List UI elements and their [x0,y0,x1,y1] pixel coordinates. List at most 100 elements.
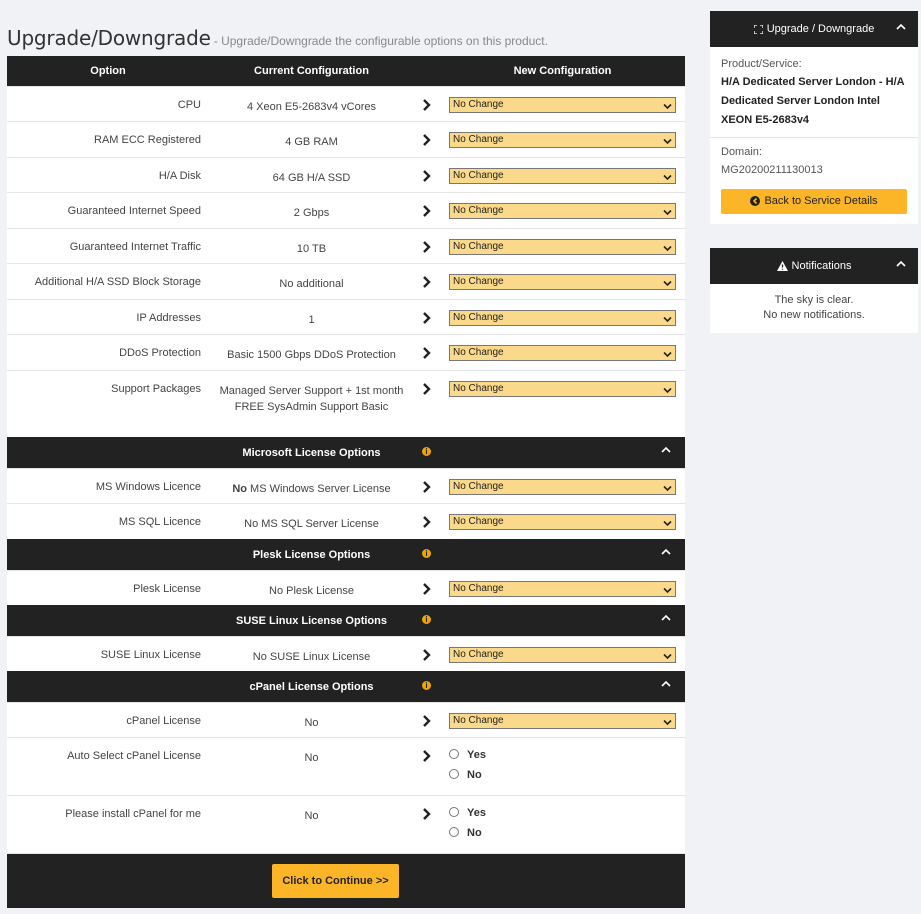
table-row: Plesk License No Plesk License No Change [7,570,685,605]
table-row: SUSE Linux License No SUSE Linux License N… [7,636,685,671]
upgrade-table: Option Current Configuration New Configu… [7,56,685,908]
chevron-down-icon [663,136,672,145]
chevron-right-icon [422,648,432,662]
section-header[interactable]: Plesk License Options i [7,539,685,570]
new-config-select[interactable]: No Change [449,381,676,397]
current-value: 4 Xeon E5-2683v4 vCores [217,99,406,115]
continue-button[interactable]: Click to Continue >> [272,864,399,898]
current-value-bold: No [232,483,247,495]
chevron-right-icon [422,204,432,218]
current-value-text: No [304,752,319,764]
table-row: Please install cPanel for me No Yes No [7,795,685,853]
chevron-down-icon [663,278,672,287]
option-label: cPanel License [126,715,201,727]
current-value-text: Managed Server Support + 1st month FREE … [219,385,404,413]
chevron-right-icon [422,169,432,183]
option-label: H/A Disk [158,170,201,182]
current-value-text: No Plesk License [269,585,354,597]
option-label: CPU [177,99,201,111]
option-label: MS Windows Licence [95,481,201,493]
current-value-text: 10 TB [296,243,327,255]
radio-circle[interactable] [449,807,459,817]
upgrade-panel: Upgrade / Downgrade Product/Service: H/A… [710,11,918,224]
radio-no[interactable]: No [449,827,482,839]
current-value: No SUSE Linux License [217,649,406,665]
chevron-right-icon [422,480,432,494]
radio-yes[interactable]: Yes [449,749,486,761]
warning-icon [776,261,788,271]
chevron-right-icon [422,133,432,147]
new-config-select[interactable]: No Change [449,713,676,729]
new-config-select[interactable]: No Change [449,97,676,113]
current-value-text: No SUSE Linux License [252,651,371,663]
table-row: Support Packages Managed Server Support +… [7,370,685,437]
collapse-chevron-icon[interactable] [896,260,906,267]
new-config-select[interactable]: No Change [449,132,676,148]
new-config-select[interactable]: No Change [449,310,676,326]
new-config-select[interactable]: No Change [449,345,676,361]
collapse-chevron-icon[interactable] [661,446,671,453]
new-config-select[interactable]: No Change [449,239,676,255]
radio-circle[interactable] [449,769,459,779]
current-value-text: 64 GB H/A SSD [272,172,351,184]
chevron-down-icon [663,585,672,594]
current-value-text: No [304,810,319,822]
select-value: No Change [453,99,504,110]
select-value: No Change [453,205,504,216]
new-config-select[interactable]: No Change [449,581,676,597]
new-config-select[interactable]: No Change [449,274,676,290]
current-value-text: 4 Xeon E5-2683v4 vCores [246,101,377,113]
chevron-down-icon [663,483,672,492]
new-config-select[interactable]: No Change [449,203,676,219]
collapse-chevron-icon[interactable] [896,23,906,30]
chevron-right-icon [422,382,432,396]
new-config-select[interactable]: No Change [449,647,676,663]
select-value: No Change [453,715,504,726]
back-to-service-button[interactable]: Back to Service Details [721,189,907,214]
table-row: Additional H/A SSD Block Storage No addit… [7,263,685,299]
new-config-select[interactable]: No Change [449,479,676,495]
current-value: 64 GB H/A SSD [217,170,406,186]
radio-yes-label: Yes [467,807,486,819]
upgrade-panel-header[interactable]: Upgrade / Downgrade [710,11,918,47]
section-header[interactable]: cPanel License Options i [7,671,685,702]
upgrade-panel-body: Product/Service: H/A Dedicated Server Lo… [710,47,918,224]
new-config-select[interactable]: No Change [449,168,676,184]
current-value-text: No MS SQL Server License [244,518,379,530]
section-header[interactable]: Microsoft License Options i [7,437,685,468]
table-row: Guaranteed Internet Speed 2 Gbps No Change [7,192,685,228]
select-value: No Change [453,649,504,660]
info-icon[interactable]: i [422,681,431,690]
option-label: Guaranteed Internet Traffic [69,241,201,253]
table-row: IP Addresses 1 No Change [7,299,685,334]
table-row: CPU 4 Xeon E5-2683v4 vCores No Change [7,86,685,121]
section-header[interactable]: SUSE Linux License Options i [7,605,685,636]
table-row: cPanel License No No Change [7,702,685,737]
current-value-text: 1 [308,314,315,326]
option-label: Additional H/A SSD Block Storage [34,276,201,288]
current-value-text: No [304,717,319,729]
notifications-panel: Notifications The sky is clear. No new n… [710,248,918,333]
collapse-chevron-icon[interactable] [661,680,671,687]
radio-no[interactable]: No [449,769,482,781]
chevron-down-icon [663,385,672,394]
radio-yes[interactable]: Yes [449,807,486,819]
back-button-label: Back to Service Details [764,195,878,207]
chevron-down-icon [663,172,672,181]
info-icon[interactable]: i [422,615,431,624]
option-label: Support Packages [111,383,201,395]
collapse-chevron-icon[interactable] [661,548,671,555]
chevron-right-icon [422,311,432,325]
collapse-chevron-icon[interactable] [661,614,671,621]
radio-circle[interactable] [449,827,459,837]
section-title: cPanel License Options [249,681,374,693]
current-value-rest: MS Windows Server License [247,483,391,495]
info-icon[interactable]: i [422,447,431,456]
info-icon[interactable]: i [422,549,431,558]
current-value-text: No additional [279,278,344,290]
table-row: DDoS Protection Basic 1500 Gbps DDoS Prot… [7,334,685,370]
header-current: Current Configuration [254,65,369,77]
new-config-select[interactable]: No Change [449,514,676,530]
radio-circle[interactable] [449,749,459,759]
notifications-panel-header[interactable]: Notifications [710,248,918,284]
